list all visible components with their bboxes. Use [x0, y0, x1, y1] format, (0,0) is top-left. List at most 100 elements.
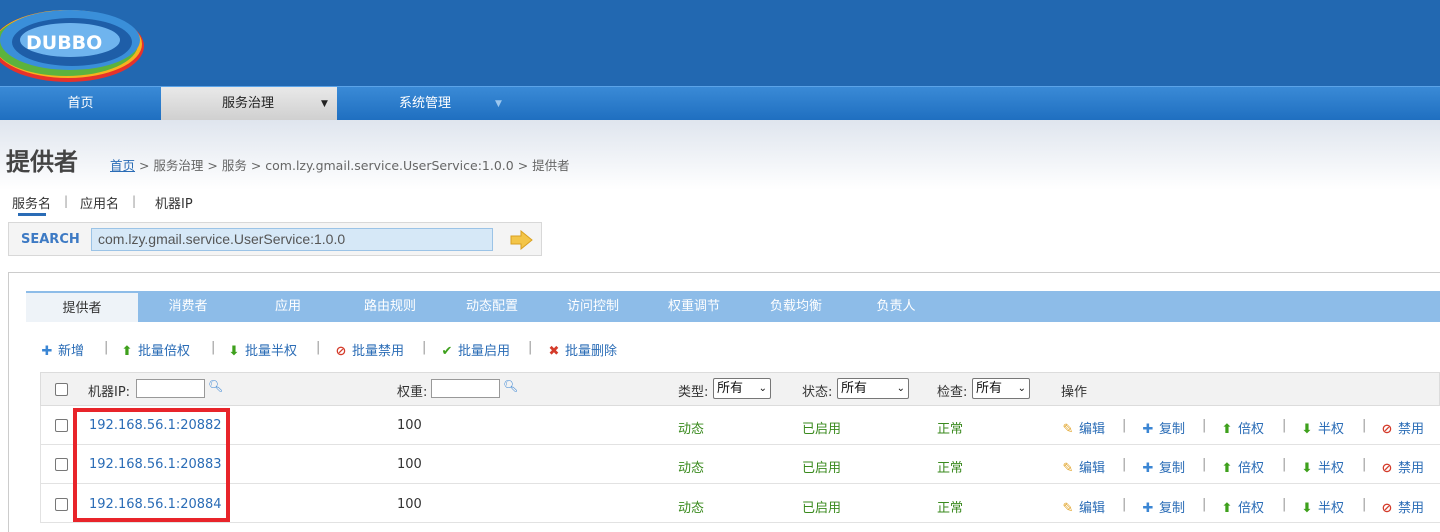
tab-applications[interactable]: 应用: [238, 291, 338, 322]
half-weight-button[interactable]: ⬇ 半权: [1300, 418, 1344, 437]
batch-disable-button[interactable]: ⊘ 批量禁用: [334, 340, 404, 359]
separator: |: [528, 340, 533, 355]
search-label: SEARCH: [21, 232, 80, 247]
plus-icon: ✚: [1142, 501, 1154, 516]
arrow-down-icon: ⬇: [1301, 422, 1313, 437]
tab-access-control[interactable]: 访问控制: [542, 291, 644, 322]
pencil-icon: ✎: [1062, 461, 1074, 476]
table-row: 192.168.56.1:20882 100 动态 已启用 正常 ✎ 编辑 | ✚…: [40, 406, 1440, 445]
ban-icon: ⊘: [1381, 422, 1393, 437]
edit-button[interactable]: ✎ 编辑: [1061, 497, 1105, 516]
pencil-icon: ✎: [1062, 422, 1074, 437]
half-weight-button[interactable]: ⬇ 半权: [1300, 457, 1344, 476]
batch-half-weight-button[interactable]: ⬇ 批量半权: [227, 340, 297, 359]
weight-filter-input[interactable]: [431, 379, 500, 398]
ip-filter-input[interactable]: [136, 379, 205, 398]
copy-button[interactable]: ✚ 复制: [1141, 457, 1185, 476]
status-value: 已启用: [802, 501, 842, 516]
batch-delete-button[interactable]: ✖ 批量删除: [547, 340, 617, 359]
button-label: 批量删除: [565, 344, 618, 359]
select-value: 所有: [841, 381, 868, 396]
add-button[interactable]: ✚ 新增: [40, 340, 84, 359]
separator: |: [1282, 457, 1287, 472]
tab-providers[interactable]: 提供者: [26, 291, 138, 322]
dubbo-logo[interactable]: DUBBO: [0, 0, 150, 86]
table-row: 192.168.56.1:20883 100 动态 已启用 正常 ✎ 编辑 | ✚…: [40, 445, 1440, 484]
separator: |: [422, 340, 427, 355]
row-checkbox[interactable]: [55, 498, 68, 511]
row-checkbox[interactable]: [55, 419, 68, 432]
nav-item-service-governance[interactable]: 服务治理 ▼: [161, 87, 337, 121]
button-label: 新增: [58, 344, 85, 359]
row-operations: ✎ 编辑 | ✚ 复制 | ⬆ 倍权 | ⬇ 半权 | ⊘ 禁用: [1061, 457, 1440, 476]
type-filter-select[interactable]: 所有 ⌄: [713, 378, 771, 399]
logo-text: DUBBO: [26, 32, 102, 54]
weight-value: 100: [397, 457, 422, 472]
double-weight-button[interactable]: ⬆ 倍权: [1220, 457, 1264, 476]
tab-load-balance[interactable]: 负载均衡: [744, 291, 848, 322]
separator: |: [1282, 418, 1287, 433]
copy-button[interactable]: ✚ 复制: [1141, 497, 1185, 516]
separator: |: [1122, 418, 1127, 433]
batch-enable-button[interactable]: ✔ 批量启用: [440, 340, 510, 359]
breadcrumb-home-link[interactable]: 首页: [110, 158, 135, 173]
batch-double-weight-button[interactable]: ⬆ 批量倍权: [120, 340, 190, 359]
search-tab-app-name[interactable]: 应用名: [80, 193, 119, 212]
plus-icon: ✚: [1142, 422, 1154, 437]
disable-button[interactable]: ⊘ 禁用: [1380, 457, 1424, 476]
separator: |: [1122, 457, 1127, 472]
search-icon[interactable]: 🔍︎: [208, 379, 223, 393]
nav-item-home[interactable]: 首页: [0, 87, 161, 121]
close-icon: ✖: [548, 344, 560, 359]
nav-label: 服务治理: [222, 96, 275, 111]
type-value: 动态: [678, 461, 705, 476]
separator: |: [316, 340, 321, 355]
status-filter-select[interactable]: 所有 ⌄: [837, 378, 909, 399]
check-value: 正常: [937, 422, 964, 437]
tab-dynamic-config[interactable]: 动态配置: [442, 291, 542, 322]
separator: |: [1202, 457, 1207, 472]
check-filter-select[interactable]: 所有 ⌄: [972, 378, 1030, 399]
nav-item-system-management[interactable]: 系统管理 ▼: [337, 87, 527, 121]
table-row: 192.168.56.1:20884 100 动态 已启用 正常 ✎ 编辑 | ✚…: [40, 484, 1440, 523]
search-tab-machine-ip[interactable]: 机器IP: [155, 193, 193, 212]
separator: |: [1202, 418, 1207, 433]
edit-button[interactable]: ✎ 编辑: [1061, 457, 1105, 476]
select-all-checkbox[interactable]: [55, 383, 68, 396]
search-icon[interactable]: 🔍︎: [503, 379, 518, 393]
row-checkbox[interactable]: [55, 458, 68, 471]
tab-consumers[interactable]: 消费者: [138, 291, 238, 322]
op-label: 倍权: [1238, 501, 1265, 516]
op-label: 半权: [1318, 501, 1345, 516]
tab-owners[interactable]: 负责人: [848, 291, 944, 322]
arrow-down-icon: ⬇: [228, 344, 240, 359]
copy-button[interactable]: ✚ 复制: [1141, 418, 1185, 437]
double-weight-button[interactable]: ⬆ 倍权: [1220, 418, 1264, 437]
edit-button[interactable]: ✎ 编辑: [1061, 418, 1105, 437]
separator: |: [1362, 497, 1367, 512]
op-label: 编辑: [1079, 422, 1106, 437]
search-tab-service-name[interactable]: 服务名: [12, 193, 51, 212]
plus-icon: ✚: [41, 344, 53, 359]
type-value: 动态: [678, 422, 705, 437]
chevron-down-icon: ⌄: [1017, 383, 1026, 394]
disable-button[interactable]: ⊘ 禁用: [1380, 497, 1424, 516]
check-icon: ✔: [441, 344, 453, 359]
half-weight-button[interactable]: ⬇ 半权: [1300, 497, 1344, 516]
tab-weights[interactable]: 权重调节: [644, 291, 744, 322]
header-type: 类型:: [678, 385, 709, 400]
separator: |: [1362, 418, 1367, 433]
op-label: 编辑: [1079, 461, 1106, 476]
ban-icon: ⊘: [335, 344, 347, 359]
disable-button[interactable]: ⊘ 禁用: [1380, 418, 1424, 437]
nav-label: 首页: [67, 96, 94, 111]
ban-icon: ⊘: [1381, 461, 1393, 476]
op-label: 半权: [1318, 461, 1345, 476]
double-weight-button[interactable]: ⬆ 倍权: [1220, 497, 1264, 516]
search-input[interactable]: com.lzy.gmail.service.UserService:1.0.0: [91, 228, 493, 251]
separator: |: [64, 194, 69, 208]
chevron-down-icon: ▼: [495, 99, 502, 109]
arrow-right-icon[interactable]: [509, 230, 533, 250]
check-value: 正常: [937, 501, 964, 516]
tab-routes[interactable]: 路由规则: [338, 291, 442, 322]
